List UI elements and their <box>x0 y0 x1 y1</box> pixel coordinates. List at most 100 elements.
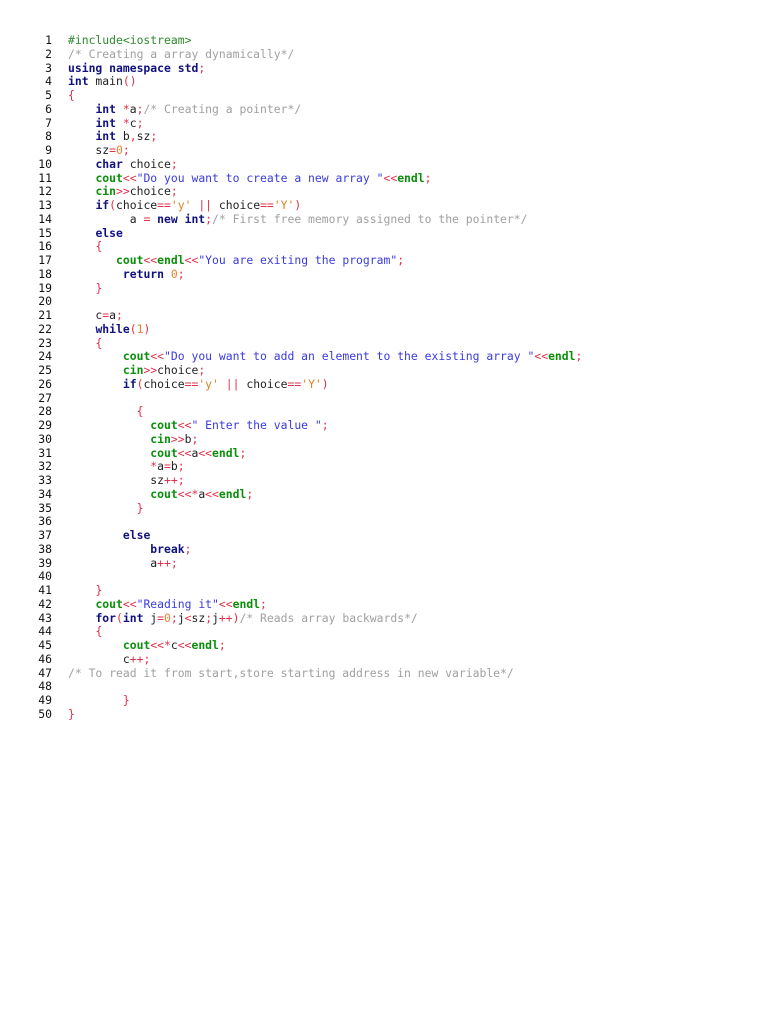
operator-token: << <box>184 253 199 267</box>
operator-token: <<* <box>150 638 171 652</box>
operator-token: ) <box>143 321 151 336</box>
code-text: a = new int;/* First free memory assigne… <box>68 212 528 226</box>
identifier-token <box>68 624 95 638</box>
code-text: if(choice=='y' || choice=='Y') <box>68 377 329 391</box>
preprocessor-token: #include<iostream> <box>68 33 192 47</box>
operator-token: * <box>122 101 130 116</box>
operator-token: ; <box>150 129 158 144</box>
identifier-token <box>219 377 226 391</box>
code-line: 16 { <box>22 239 768 254</box>
code-line: 17 cout<<endl<<"You are exiting the prog… <box>22 253 768 268</box>
code-text: cout<<*a<<endl; <box>68 487 253 501</box>
keyword-token: while <box>95 321 130 336</box>
code-line: 33 sz++; <box>22 473 768 488</box>
string-token: "Reading it" <box>136 596 219 611</box>
operator-token: << <box>205 486 219 501</box>
line-number: 27 <box>38 390 52 405</box>
identifier-token: b <box>170 459 178 474</box>
line-number: 29 <box>38 418 52 432</box>
identifier-token: c <box>68 308 103 322</box>
identifier-token <box>68 281 95 295</box>
code-text: } <box>68 693 130 707</box>
line-number: 41 <box>38 583 52 597</box>
operator-token: ++; <box>129 651 151 666</box>
code-line: 45 cout<<*c<<endl; <box>22 638 768 653</box>
code-text: { <box>68 239 102 253</box>
operator-token: = <box>164 459 171 474</box>
identifier-token <box>68 349 123 363</box>
keyword-token: for <box>95 610 117 625</box>
code-text: cin>>choice; <box>68 184 177 199</box>
identifier-token <box>68 377 123 391</box>
operator-token: << <box>198 445 213 460</box>
operator-token: ( <box>129 321 137 336</box>
operator-token: ; <box>177 459 185 474</box>
operator-token: ) <box>294 198 302 212</box>
code-line: 18 return 0; <box>22 266 768 282</box>
code-line: 12 cin>>choice; <box>22 184 768 199</box>
stream-token: cin <box>122 363 144 377</box>
code-line: 4 int main() <box>22 74 768 89</box>
operator-token: ++) <box>218 610 240 625</box>
number-token: 0 <box>164 610 171 625</box>
identifier-token: a <box>68 211 144 226</box>
code-line: 50} <box>22 707 768 722</box>
identifier-token: a <box>68 555 158 570</box>
identifier-token <box>68 528 123 542</box>
keyword-token: using namespace std <box>68 60 199 75</box>
operator-token: ; <box>177 266 185 281</box>
operator-token: } <box>68 706 75 721</box>
identifier-token: c <box>170 638 178 652</box>
line-number: 10 <box>38 156 52 171</box>
identifier-token: choice <box>129 184 171 199</box>
code-text: if(choice=='y' || choice=='Y') <box>68 198 301 212</box>
identifier-token <box>68 597 95 611</box>
keyword-token: int <box>184 211 206 226</box>
operator-token: { <box>95 335 103 350</box>
operator-token: ; <box>260 596 267 611</box>
code-text: { <box>68 404 144 419</box>
line-number: 22 <box>38 321 52 336</box>
operator-token: } <box>95 280 103 295</box>
code-text: cout<<" Enter the value "; <box>68 418 329 432</box>
code-text: c++; <box>68 652 150 666</box>
line-number: 25 <box>38 363 52 377</box>
stream-token: endl <box>212 445 240 460</box>
operator-token: ++; <box>164 473 185 487</box>
code-line: 27 <box>22 390 768 406</box>
document-page: 1 #include<iostream> 2 /* Creating a array … <box>0 0 768 1024</box>
code-line: 46 c++; <box>22 652 768 667</box>
operator-token: << <box>150 349 165 364</box>
code-text: int b,sz; <box>68 129 157 143</box>
line-number: 32 <box>38 459 52 474</box>
char-literal-token: 'Y' <box>273 198 295 212</box>
code-line: 21 c=a; <box>22 308 768 323</box>
operator-token: { <box>136 404 144 419</box>
code-line: 11 cout<<"Do you want to create a new ar… <box>22 170 768 186</box>
line-number: 21 <box>38 308 52 322</box>
code-line: 26 if(choice=='y' || choice=='Y') <box>22 377 768 392</box>
code-text: { <box>68 88 75 102</box>
keyword-token: if <box>95 198 110 212</box>
line-number: 3 <box>45 60 52 75</box>
operator-token: == <box>184 376 199 391</box>
line-number: 23 <box>38 335 52 350</box>
line-number: 12 <box>38 184 52 199</box>
operator-token: ; <box>205 211 213 226</box>
stream-token: endl <box>548 349 576 364</box>
code-text: } <box>68 707 75 721</box>
line-number: 2 <box>45 46 52 61</box>
identifier-token <box>68 157 95 171</box>
line-number: 45 <box>38 638 52 652</box>
operator-token: ; <box>575 349 583 364</box>
line-number: 14 <box>38 211 52 226</box>
line-number: 11 <box>38 170 52 185</box>
operator-token: ; <box>191 431 199 446</box>
operator-token: ; <box>321 418 329 432</box>
line-number: 7 <box>45 115 52 130</box>
line-number: 30 <box>38 431 52 446</box>
identifier-token <box>68 418 150 432</box>
code-text: *a=b; <box>68 459 185 474</box>
line-number: 19 <box>38 280 52 295</box>
code-text: using namespace std; <box>68 61 205 75</box>
